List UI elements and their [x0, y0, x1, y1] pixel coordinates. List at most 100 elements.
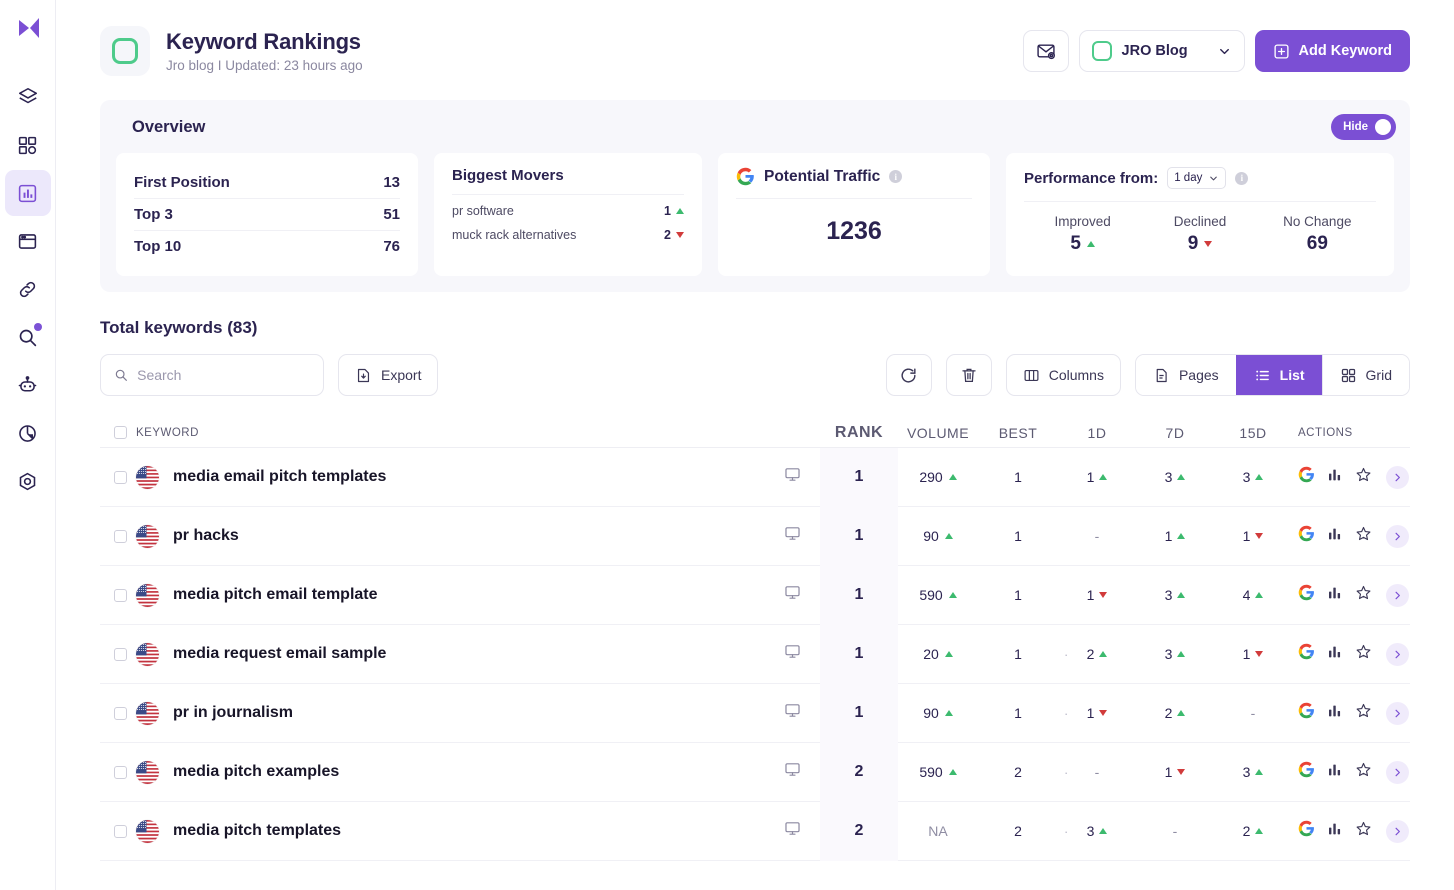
google-icon[interactable]	[1298, 702, 1315, 724]
sidebar	[0, 0, 56, 890]
table-row[interactable]: media request email sample 1 20 1 · 2 3 …	[100, 625, 1410, 684]
change-7d-cell: 1	[1136, 764, 1214, 780]
table-row[interactable]: media email pitch templates 1 290 1 1 3 …	[100, 448, 1410, 507]
us-flag-icon	[136, 761, 159, 784]
add-keyword-button[interactable]: Add Keyword	[1255, 30, 1410, 72]
chevron-right-icon[interactable]	[1386, 584, 1409, 607]
view-mode-grid[interactable]: Grid	[1322, 355, 1409, 395]
arrow-up-icon	[1087, 241, 1095, 247]
bar-chart-icon[interactable]	[1327, 467, 1343, 488]
google-icon[interactable]	[1298, 466, 1315, 488]
sidebar-item-reports[interactable]	[5, 410, 51, 456]
sidebar-item-pages[interactable]	[5, 218, 51, 264]
google-icon[interactable]	[1298, 761, 1315, 783]
table-row[interactable]: media pitch templates 2 NA 2 · 3 - 2	[100, 802, 1410, 861]
change-1d-cell: 1	[1058, 469, 1136, 485]
search-box[interactable]	[100, 354, 324, 396]
star-icon[interactable]	[1355, 466, 1372, 488]
desktop-icon	[784, 466, 801, 488]
hide-overview-toggle[interactable]: Hide	[1331, 114, 1396, 140]
device-cell[interactable]	[764, 820, 820, 842]
row-checkbox[interactable]	[114, 825, 127, 838]
star-icon[interactable]	[1355, 761, 1372, 783]
bar-chart-icon[interactable]	[1327, 821, 1343, 842]
view-mode-list[interactable]: List	[1236, 355, 1322, 395]
overview-cards: First Position 13 Top 3 51 Top 10 76 Big…	[116, 153, 1394, 276]
add-keyword-label: Add Keyword	[1299, 43, 1392, 59]
row-checkbox[interactable]	[114, 766, 127, 779]
mover-value: 2	[664, 228, 684, 242]
volume-cell: 590	[898, 764, 978, 780]
info-icon[interactable]: i	[889, 170, 902, 183]
google-icon[interactable]	[1298, 820, 1315, 842]
search-input[interactable]	[137, 367, 310, 383]
row-checkbox[interactable]	[114, 648, 127, 661]
overview-title: Overview	[116, 118, 1394, 137]
delete-button[interactable]	[946, 354, 992, 396]
export-button[interactable]: Export	[338, 354, 438, 396]
stat-row: First Position 13	[134, 167, 400, 198]
arrow-up-icon	[1177, 533, 1185, 539]
arrow-up-icon	[945, 710, 953, 716]
chevron-right-icon[interactable]	[1386, 820, 1409, 843]
device-cell[interactable]	[764, 525, 820, 547]
star-icon[interactable]	[1355, 643, 1372, 665]
sidebar-item-backlinks[interactable]	[5, 266, 51, 312]
device-cell[interactable]	[764, 466, 820, 488]
google-icon[interactable]	[1298, 643, 1315, 665]
chevron-right-icon[interactable]	[1386, 643, 1409, 666]
table-row[interactable]: media pitch email template 1 590 1 1 3 4	[100, 566, 1410, 625]
star-icon[interactable]	[1355, 584, 1372, 606]
row-select-cell	[100, 825, 132, 838]
chevron-right-icon[interactable]	[1386, 761, 1409, 784]
sidebar-item-rankings[interactable]	[5, 170, 51, 216]
arrow-down-icon	[676, 232, 684, 238]
biggest-movers-title: Biggest Movers	[452, 167, 684, 195]
columns-button[interactable]: Columns	[1006, 354, 1121, 396]
sidebar-item-search[interactable]	[5, 314, 51, 360]
star-icon[interactable]	[1355, 702, 1372, 724]
refresh-button[interactable]	[886, 354, 932, 396]
table-row[interactable]: media pitch examples 2 590 2 · - 1 3	[100, 743, 1410, 802]
arrow-up-icon	[1099, 651, 1107, 657]
actions-cell	[1292, 525, 1410, 548]
device-cell[interactable]	[764, 702, 820, 724]
bar-chart-icon[interactable]	[1327, 526, 1343, 547]
project-selector[interactable]: JRO Blog	[1079, 30, 1245, 72]
sidebar-item-dashboard[interactable]	[5, 122, 51, 168]
select-all-checkbox[interactable]	[114, 426, 127, 439]
info-icon[interactable]: i	[1235, 172, 1248, 185]
device-cell[interactable]	[764, 584, 820, 606]
sidebar-item-layers[interactable]	[5, 74, 51, 120]
arrow-down-icon	[1099, 592, 1107, 598]
device-cell[interactable]	[764, 761, 820, 783]
performance-range-select[interactable]: 1 day	[1167, 167, 1226, 189]
google-icon[interactable]	[1298, 525, 1315, 547]
change-1d-cell-value: 1	[1087, 469, 1095, 485]
star-icon[interactable]	[1355, 525, 1372, 547]
sidebar-item-settings[interactable]	[5, 458, 51, 504]
bar-chart-icon[interactable]	[1327, 703, 1343, 724]
bar-chart-icon[interactable]	[1327, 762, 1343, 783]
row-checkbox[interactable]	[114, 707, 127, 720]
sidebar-item-ai[interactable]	[5, 362, 51, 408]
chevron-right-icon[interactable]	[1386, 525, 1409, 548]
row-checkbox[interactable]	[114, 530, 127, 543]
app-logo[interactable]	[13, 14, 43, 48]
chevron-right-icon[interactable]	[1386, 702, 1409, 725]
star-icon[interactable]	[1355, 820, 1372, 842]
row-checkbox[interactable]	[114, 589, 127, 602]
table-row[interactable]: pr hacks 1 90 1 - 1 1	[100, 507, 1410, 566]
chevron-right-icon[interactable]	[1386, 466, 1409, 489]
bar-chart-icon[interactable]	[1327, 644, 1343, 665]
google-icon[interactable]	[1298, 584, 1315, 606]
bar-chart-icon[interactable]	[1327, 585, 1343, 606]
view-mode-pages[interactable]: Pages	[1136, 355, 1236, 395]
row-checkbox[interactable]	[114, 471, 127, 484]
table-row[interactable]: pr in journalism 1 90 1 · 1 2 -	[100, 684, 1410, 743]
mail-settings-button[interactable]	[1023, 30, 1069, 72]
device-cell[interactable]	[764, 643, 820, 665]
change-1d-cell-value: 1	[1087, 705, 1095, 721]
best-cell: 2	[978, 823, 1058, 839]
column-header-actions: ACTIONS	[1292, 427, 1410, 439]
